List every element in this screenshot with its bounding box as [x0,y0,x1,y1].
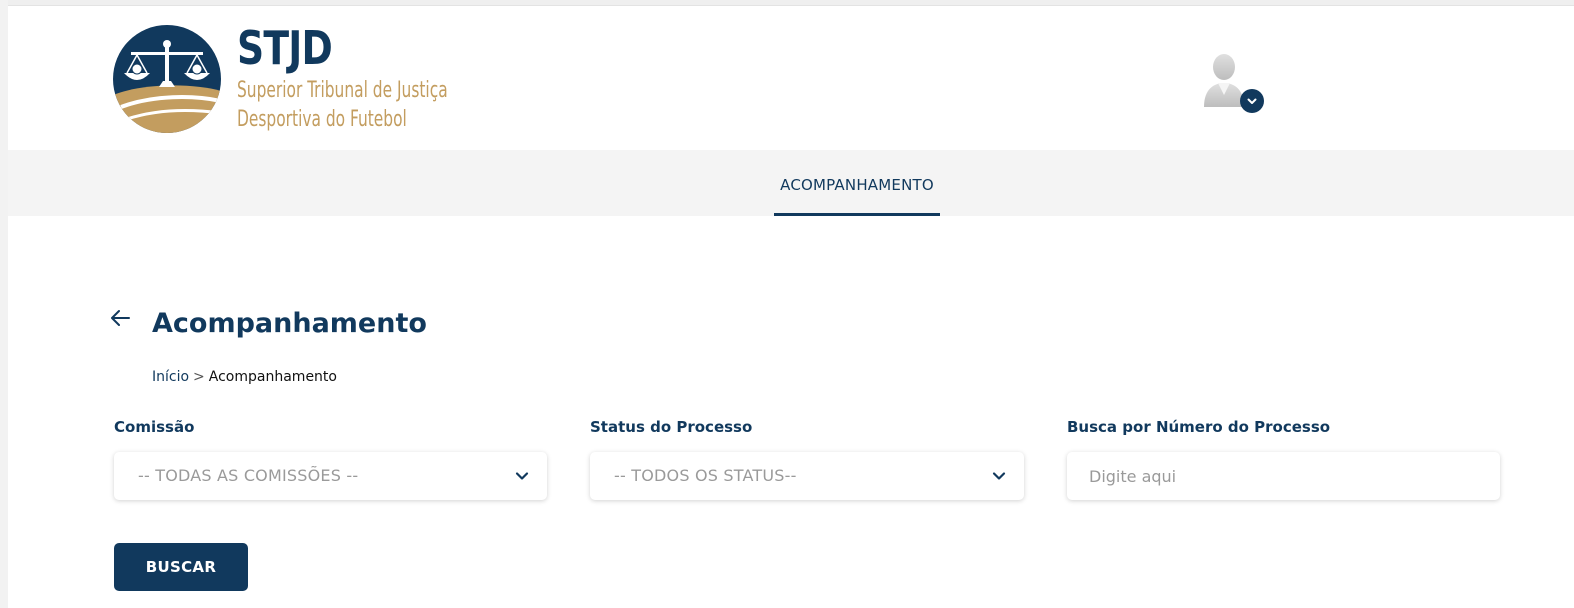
numero-processo-field-container [1067,452,1500,500]
comissao-selected-value: -- TODAS AS COMISSÕES -- [138,466,359,485]
site-header: STJD Superior Tribunal de Justiça Despor… [8,7,1574,150]
chevron-down-icon [992,472,1006,480]
breadcrumb-current: Acompanhamento [208,369,337,385]
buscar-button[interactable]: BUSCAR [114,543,248,591]
status-label: Status do Processo [590,418,753,436]
tab-acompanhamento[interactable]: ACOMPANHAMENTO [774,150,940,216]
arrow-left-icon [111,310,130,326]
status-select[interactable]: -- TODOS OS STATUS-- [590,452,1024,500]
brand-subtitle-line-2: Desportiva do Futebol [237,107,407,132]
main-navbar: ACOMPANHAMENTO [8,150,1574,216]
brand-subtitle-line-1: Superior Tribunal de Justiça [237,78,448,103]
chevron-down-icon [515,472,529,480]
numero-processo-input[interactable] [1067,452,1500,500]
breadcrumb-home-link[interactable]: Início [152,369,189,385]
stjd-logo-link[interactable]: STJD Superior Tribunal de Justiça Despor… [113,21,493,135]
breadcrumb-separator: > [193,369,205,385]
back-button[interactable] [108,306,140,336]
scales-of-justice-logo-icon [113,25,221,133]
status-selected-value: -- TODOS OS STATUS-- [614,466,797,485]
page: STJD Superior Tribunal de Justiça Despor… [0,0,1574,608]
tab-acompanhamento-label: ACOMPANHAMENTO [780,176,934,194]
window-top-edge [0,0,1574,6]
active-tab-indicator [774,213,940,216]
comissao-select[interactable]: -- TODAS AS COMISSÕES -- [114,452,547,500]
numero-processo-label: Busca por Número do Processo [1067,418,1331,436]
breadcrumb: Início > Acompanhamento [152,367,337,387]
brand-acronym: STJD [237,21,333,75]
user-menu-button[interactable] [1200,51,1266,115]
page-title: Acompanhamento [152,308,427,339]
window-left-edge [0,0,8,608]
comissao-label: Comissão [114,418,195,436]
chevron-down-icon [1240,89,1264,113]
